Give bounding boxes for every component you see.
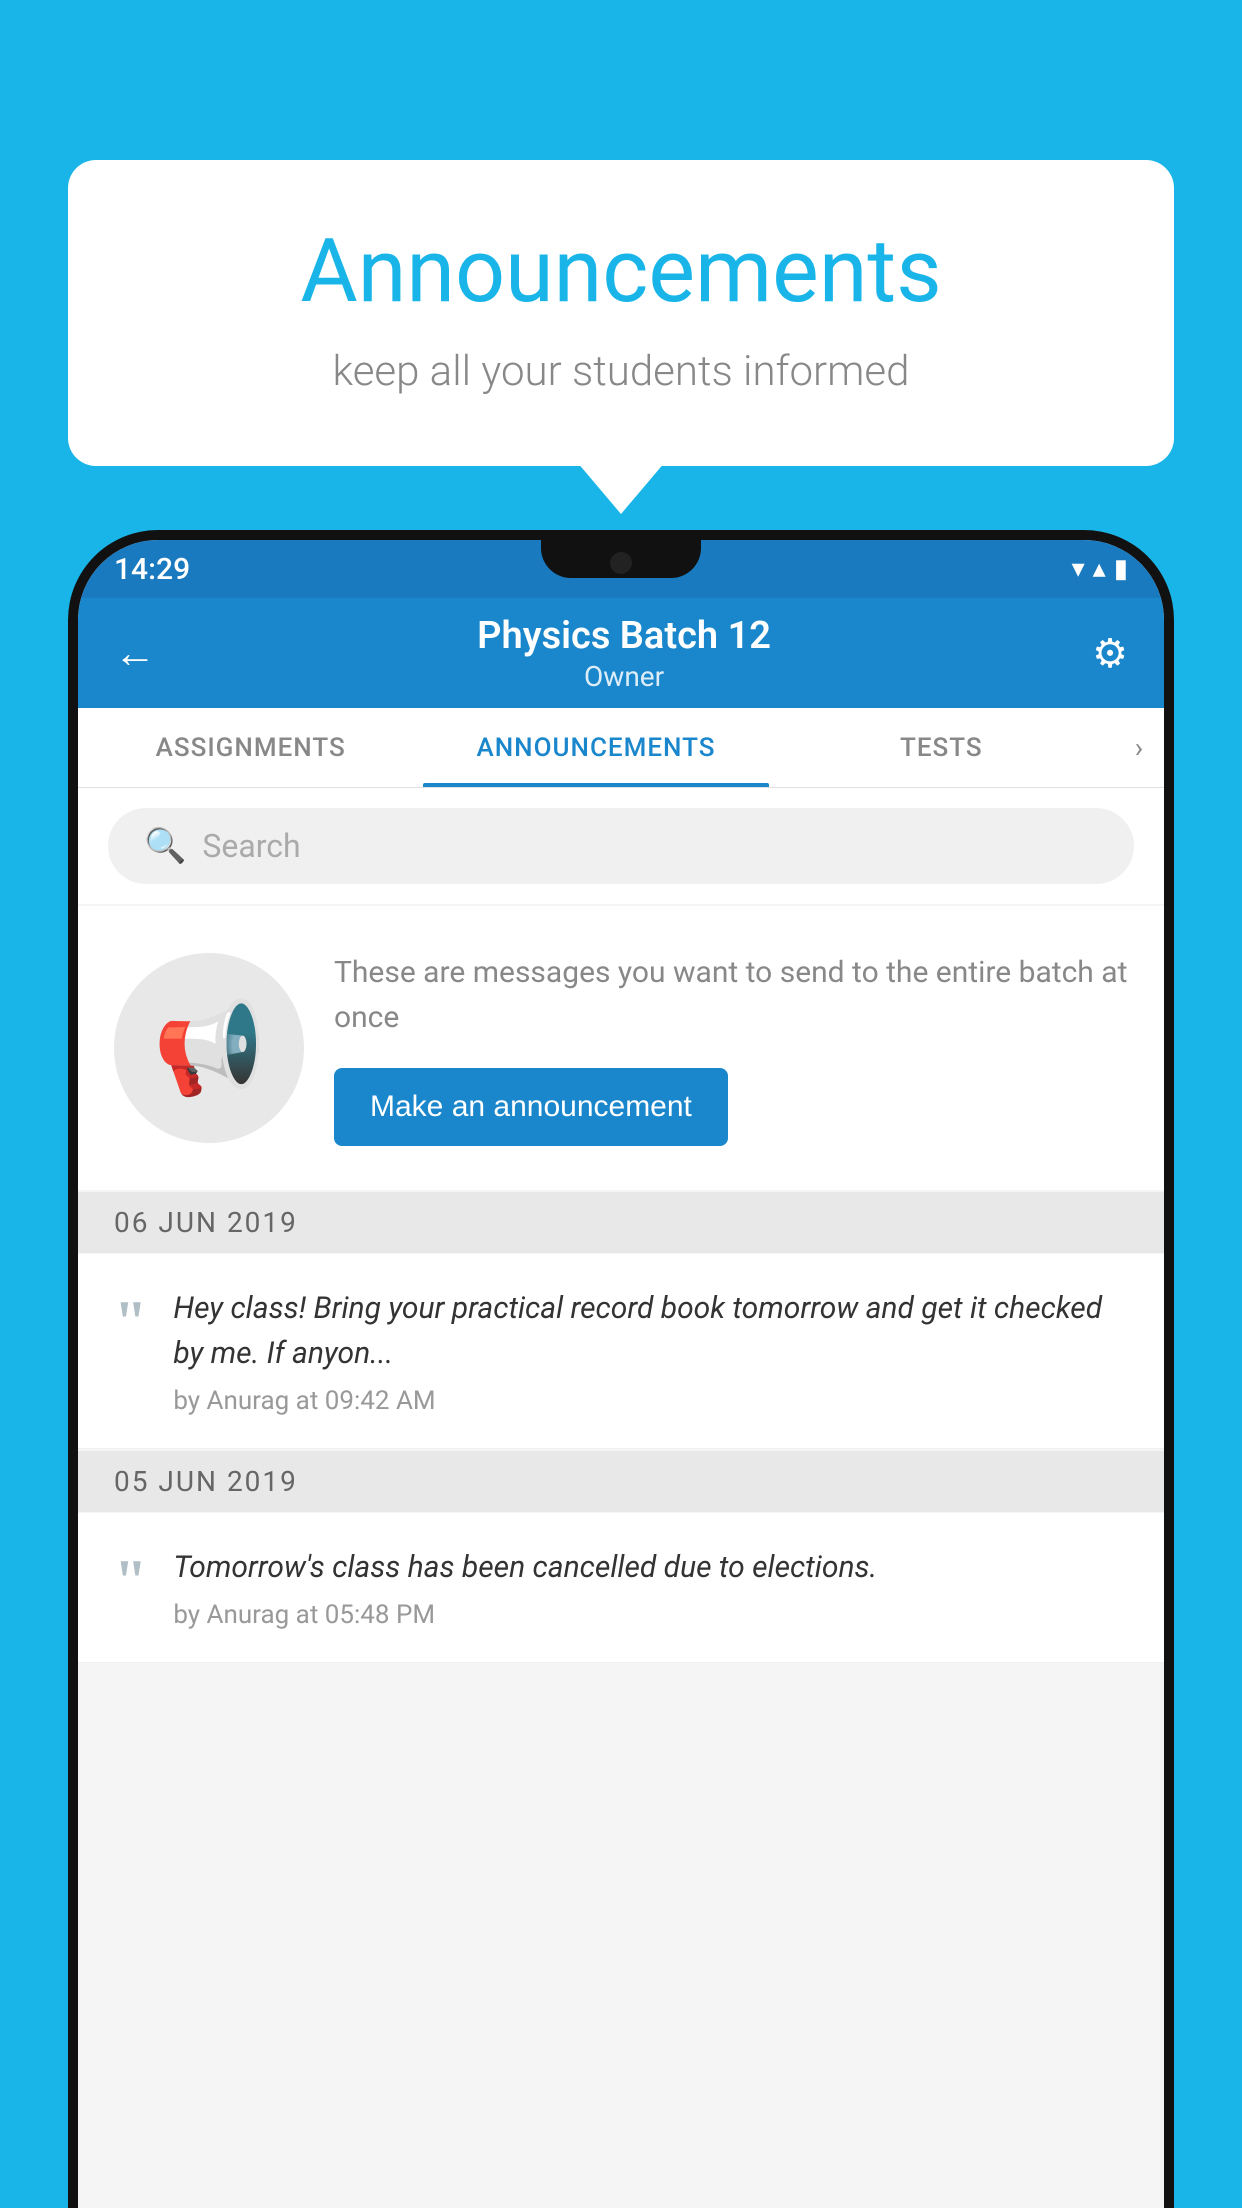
app-header: ← Physics Batch 12 Owner ⚙ [78,598,1164,708]
bubble-title: Announcements [148,220,1094,323]
megaphone-circle: 📢 [114,953,304,1143]
announcement-text-1: Hey class! Bring your practical record b… [173,1286,1128,1376]
date-separator-2: 05 JUN 2019 [78,1451,1164,1512]
battery-icon: ▮ [1114,554,1128,584]
tab-tests[interactable]: TESTS [769,708,1114,787]
signal-icon: ▴ [1093,554,1106,584]
search-bar: 🔍 Search [78,788,1164,904]
search-inner[interactable]: 🔍 Search [108,808,1134,884]
notch [541,540,701,578]
status-icons: ▾ ▴ ▮ [1072,554,1128,584]
bubble-subtitle: keep all your students informed [148,347,1094,396]
back-button[interactable]: ← [114,629,156,678]
date-separator-1: 06 JUN 2019 [78,1192,1164,1253]
announcement-meta-2: by Anurag at 05:48 PM [173,1600,1128,1630]
empty-state-right: These are messages you want to send to t… [334,950,1128,1146]
empty-state: 📢 These are messages you want to send to… [78,906,1164,1190]
phone-screen: 14:29 ▾ ▴ ▮ ← Physics Batch 12 Owner ⚙ [78,540,1164,2208]
settings-button[interactable]: ⚙ [1092,630,1128,677]
tab-more[interactable]: › [1114,708,1164,787]
phone-frame: 14:29 ▾ ▴ ▮ ← Physics Batch 12 Owner ⚙ [68,530,1174,2208]
empty-state-description: These are messages you want to send to t… [334,950,1128,1040]
header-title-group: Physics Batch 12 Owner [477,614,771,693]
screen-content: 🔍 Search 📢 These are messages you want t… [78,788,1164,2208]
phone-inner: 14:29 ▾ ▴ ▮ ← Physics Batch 12 Owner ⚙ [78,540,1164,2208]
make-announcement-button[interactable]: Make an announcement [334,1068,728,1146]
quote-icon-1: " [114,1292,147,1352]
header-title: Physics Batch 12 [477,614,771,658]
tab-assignments[interactable]: ASSIGNMENTS [78,708,423,787]
announcement-content-1: Hey class! Bring your practical record b… [173,1286,1128,1416]
announcement-meta-1: by Anurag at 09:42 AM [173,1386,1128,1416]
front-camera [610,552,632,574]
megaphone-icon: 📢 [153,996,265,1101]
tabs-bar: ASSIGNMENTS ANNOUNCEMENTS TESTS › [78,708,1164,788]
speech-bubble: Announcements keep all your students inf… [68,160,1174,466]
search-placeholder: Search [202,827,300,865]
wifi-icon: ▾ [1072,554,1085,584]
announcement-content-2: Tomorrow's class has been cancelled due … [173,1545,1128,1630]
announcement-item-1[interactable]: " Hey class! Bring your practical record… [78,1254,1164,1449]
tab-announcements[interactable]: ANNOUNCEMENTS [423,708,768,787]
header-subtitle: Owner [477,660,771,693]
quote-icon-2: " [114,1551,147,1611]
announcement-item-2[interactable]: " Tomorrow's class has been cancelled du… [78,1513,1164,1663]
search-icon: 🔍 [144,826,186,866]
announcement-text-2: Tomorrow's class has been cancelled due … [173,1545,1128,1590]
speech-bubble-container: Announcements keep all your students inf… [68,160,1174,466]
status-time: 14:29 [114,552,190,587]
